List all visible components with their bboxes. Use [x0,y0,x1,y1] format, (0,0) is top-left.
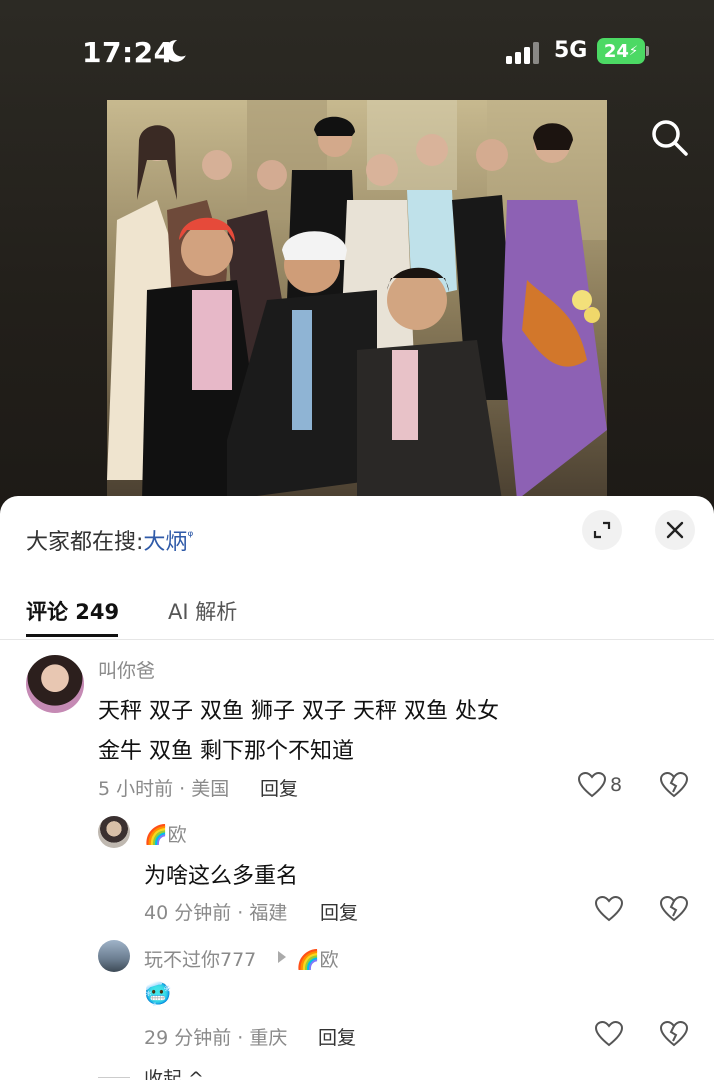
comment-text-line-1: 天秤 双子 双鱼 狮子 双子 天秤 双鱼 处女 [98,699,499,724]
collapse-replies-button[interactable]: 收起 ^ [144,1064,204,1080]
avatar[interactable] [98,940,130,972]
network-type: 5G [554,38,588,63]
hot-search-keyword[interactable]: 大炳 [143,530,187,555]
expand-icon [593,521,611,539]
collapse-divider [98,1077,130,1078]
reply-button[interactable]: 回复 [318,1023,356,1050]
comment-tabs: 评论 249 AI 解析 [0,586,714,640]
like-count: 8 [610,774,623,796]
battery-tip [646,46,649,56]
search-icon[interactable] [648,116,692,160]
heart-icon[interactable] [595,896,623,922]
reply-button[interactable]: 回复 [260,774,298,801]
hot-search-icon: ᵠ [187,528,194,545]
post-photo[interactable] [107,100,607,500]
close-button[interactable] [655,510,695,550]
group-photo-illustration [107,100,607,500]
reply-username[interactable]: 玩不过你777 [144,945,256,972]
reply-text: 🥶 [144,982,172,1007]
battery-level: 24 [603,40,629,62]
tab-comments[interactable]: 评论 249 [26,596,119,626]
reply-meta: 29 分钟前 · 重庆 [144,1027,288,1049]
reply-username[interactable]: 🌈欧 [144,820,187,847]
signal-icon [506,42,544,64]
broken-heart-icon[interactable] [660,772,688,798]
reply-text: 为啥这么多重名 [144,864,299,889]
battery-icon: 24 ⚡ [597,38,645,64]
broken-heart-icon[interactable] [660,1021,688,1047]
heart-icon[interactable] [578,772,606,798]
hot-search-bar[interactable]: 大家都在搜:大炳ᵠ [26,524,193,556]
avatar[interactable] [98,816,130,848]
tab-ai-analysis[interactable]: AI 解析 [168,596,237,626]
moon-icon [165,40,186,62]
comment-meta: 5 小时前 · 美国 [98,778,230,800]
status-bar: 17:24 5G 24 ⚡ [0,0,714,100]
reply-to-username[interactable]: 🌈欧 [296,945,339,972]
comment-text-line-2: 金牛 双鱼 剩下那个不知道 [98,739,354,764]
status-time: 17:24 [82,36,174,69]
hot-search-prefix: 大家都在搜: [26,530,144,555]
play-arrow-icon [278,951,286,963]
reply-meta: 40 分钟前 · 福建 [144,902,288,924]
expand-button[interactable] [582,510,622,550]
comment-username[interactable]: 叫你爸 [98,656,155,683]
reply-button[interactable]: 回复 [320,898,358,925]
tab-underline [26,634,118,637]
avatar[interactable] [26,655,84,713]
broken-heart-icon[interactable] [660,896,688,922]
close-icon [666,521,684,539]
video-area: 17:24 5G 24 ⚡ [0,0,714,520]
heart-icon[interactable] [595,1021,623,1047]
